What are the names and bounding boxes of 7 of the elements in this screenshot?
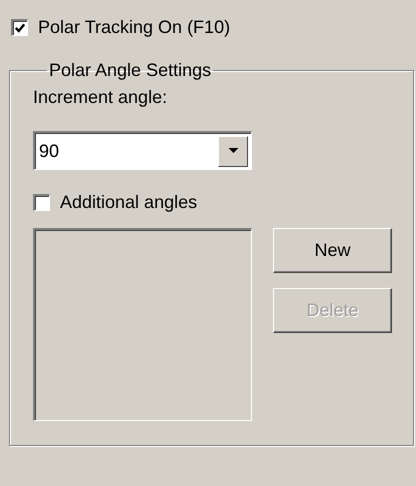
additional-angles-checkbox[interactable]: Additional angles bbox=[33, 190, 413, 214]
increment-angle-dropdown[interactable]: 90 bbox=[33, 131, 252, 170]
group-title: Polar Angle Settings bbox=[48, 60, 212, 81]
checkmark-icon bbox=[14, 22, 26, 34]
increment-angle-label: Increment angle: bbox=[33, 87, 168, 109]
polar-tracking-checkbox[interactable]: Polar Tracking On (F10) bbox=[11, 14, 416, 40]
new-button[interactable]: New bbox=[273, 228, 392, 273]
